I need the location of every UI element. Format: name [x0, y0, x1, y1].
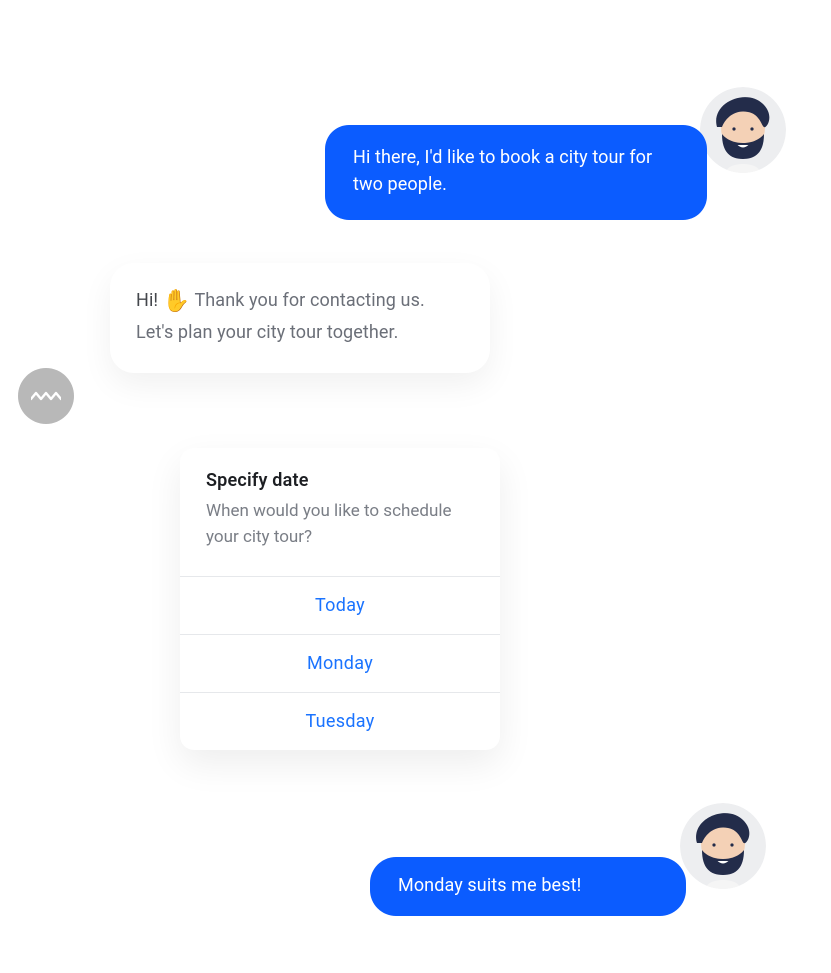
user-message-text: Hi there, I'd like to book a city tour f…: [353, 147, 652, 195]
user-message-bubble: Hi there, I'd like to book a city tour f…: [325, 125, 707, 220]
user-message-text: Monday suits me best!: [398, 875, 581, 896]
date-card-subtitle: When would you like to schedule your cit…: [206, 499, 474, 566]
bot-zigzag-icon: [31, 390, 61, 402]
bot-message-bubble: Hi! ✋ Thank you for contacting us. Let's…: [110, 263, 490, 373]
date-option-tuesday[interactable]: Tuesday: [180, 692, 500, 750]
date-card-title: Specify date: [206, 470, 474, 491]
chat-container: Hi there, I'd like to book a city tour f…: [0, 0, 831, 973]
date-card-header: Specify date When would you like to sche…: [180, 448, 500, 576]
bot-hi-prefix: Hi!: [136, 290, 163, 311]
date-picker-card: Specify date When would you like to sche…: [180, 448, 500, 750]
date-option-today[interactable]: Today: [180, 576, 500, 634]
avatar: [700, 87, 786, 173]
avatar: [680, 803, 766, 889]
date-option-monday[interactable]: Monday: [180, 634, 500, 692]
raised-hand-icon: ✋: [163, 289, 191, 314]
user-message-bubble: Monday suits me best!: [370, 857, 686, 916]
avatar: [18, 368, 74, 424]
bot-message-text: Hi! ✋ Thank you for contacting us. Let's…: [136, 290, 425, 343]
